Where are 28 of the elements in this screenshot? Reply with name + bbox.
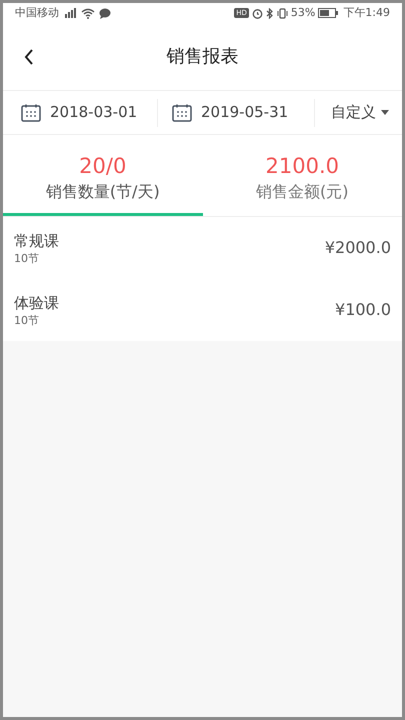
vibrate-icon	[276, 8, 288, 18]
course-amount: ¥100.0	[335, 299, 391, 321]
course-amount: ¥2000.0	[324, 237, 391, 259]
alarm-icon	[252, 8, 263, 18]
calendar-icon	[21, 104, 41, 122]
course-row[interactable]: 体验课 10节 ¥100.0	[3, 279, 402, 341]
clock-time: 下午1:49	[343, 4, 390, 21]
caret-icon	[381, 110, 389, 115]
course-count: 10节	[14, 252, 40, 266]
course-count: 10节	[14, 314, 40, 328]
course-name: 常规课	[14, 231, 59, 252]
stat-tab[interactable]: 20/0 销售数量(节/天)	[3, 135, 202, 216]
range-dropdown[interactable]: 自定义	[315, 98, 389, 126]
end-date-button[interactable]: 2019-05-31	[158, 98, 315, 126]
stat-tab[interactable]: 2100.0 销售金额(元)	[202, 135, 402, 216]
signal-icon	[63, 8, 77, 18]
back-icon	[24, 49, 34, 65]
wifi-icon	[81, 8, 95, 18]
course-row[interactable]: 常规课 10节 ¥2000.0	[3, 217, 402, 279]
chat-bubble-icon	[99, 8, 111, 18]
battery-icon	[318, 8, 338, 18]
course-name: 体验课	[14, 293, 59, 314]
start-date-button[interactable]: 2018-03-01	[3, 98, 158, 126]
carrier-name: 中国移动	[15, 4, 59, 21]
battery-percent: 53%	[290, 4, 316, 21]
calendar-icon	[172, 104, 192, 122]
bluetooth-icon	[266, 8, 274, 18]
page-title: 销售报表	[166, 45, 238, 69]
